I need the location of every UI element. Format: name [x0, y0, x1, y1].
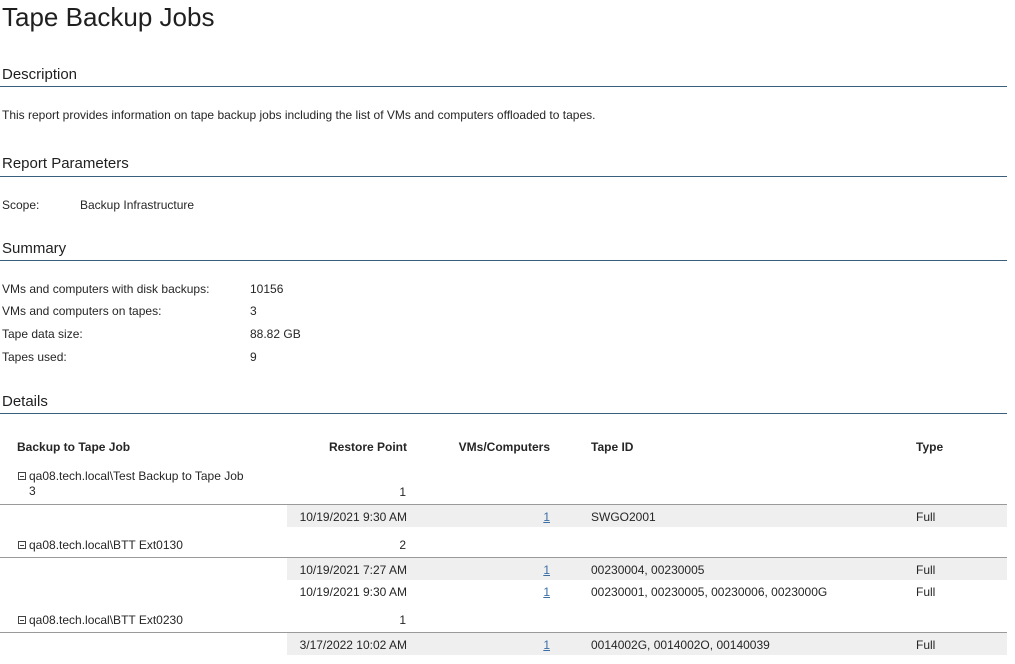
col-header-vms[interactable]: VMs/Computers — [440, 440, 550, 454]
summary-label-data-size: Tape data size: — [2, 327, 83, 341]
tape-id: SWGO2001 — [591, 510, 656, 524]
summary-label-on-tapes: VMs and computers on tapes: — [2, 304, 162, 318]
col-header-type[interactable]: Type — [916, 440, 943, 454]
details-divider — [0, 413, 1007, 414]
restore-point: 10/19/2021 7:27 AM — [299, 563, 407, 577]
parameters-heading: Report Parameters — [2, 155, 129, 172]
group-row-job-1[interactable]: qa08.tech.local\Test Backup to Tape Job — [18, 469, 244, 483]
tape-id: 00230001, 00230005, 00230006, 0023000G — [591, 585, 828, 599]
tape-id: 0014002G, 0014002O, 00140039 — [591, 638, 770, 652]
group-row-job-2[interactable]: qa08.tech.local\BTT Ext0130 — [18, 538, 183, 552]
summary-divider — [0, 260, 1007, 261]
collapse-icon[interactable] — [18, 540, 26, 549]
job-name: qa08.tech.local\BTT Ext0230 — [29, 613, 183, 627]
summary-label-tapes-used: Tapes used: — [2, 350, 67, 364]
vms-link[interactable]: 1 — [500, 638, 550, 652]
backup-type: Full — [916, 585, 936, 599]
collapse-icon[interactable] — [18, 615, 26, 624]
description-divider — [0, 86, 1007, 87]
description-heading: Description — [2, 66, 78, 83]
summary-value-disk-backups: 10156 — [250, 282, 284, 296]
col-header-tape-id[interactable]: Tape ID — [591, 440, 633, 454]
restore-point: 10/19/2021 9:30 AM — [299, 510, 407, 524]
backup-type: Full — [916, 510, 936, 524]
summary-value-on-tapes: 3 — [250, 304, 257, 318]
page-title: Tape Backup Jobs — [2, 2, 215, 32]
group-count: 2 — [399, 538, 406, 552]
col-header-restore-point[interactable]: Restore Point — [300, 440, 407, 454]
tape-id: 00230004, 00230005 — [591, 563, 705, 577]
details-heading: Details — [2, 393, 48, 410]
vms-link[interactable]: 1 — [500, 510, 550, 524]
group-count: 1 — [399, 613, 406, 627]
description-text: This report provides information on tape… — [2, 108, 596, 122]
backup-type: Full — [916, 563, 936, 577]
scope-label: Scope: — [2, 198, 40, 212]
scope-value: Backup Infrastructure — [80, 198, 195, 212]
group-count: 1 — [399, 485, 406, 499]
restore-point: 10/19/2021 9:30 AM — [299, 585, 407, 599]
backup-type: Full — [916, 638, 936, 652]
vms-link[interactable]: 1 — [500, 563, 550, 577]
col-header-job[interactable]: Backup to Tape Job — [17, 440, 130, 454]
parameters-divider — [0, 176, 1007, 177]
group-row-job-3[interactable]: qa08.tech.local\BTT Ext0230 — [18, 613, 183, 627]
collapse-icon[interactable] — [18, 471, 26, 480]
job-name: qa08.tech.local\Test Backup to Tape Job — [29, 469, 244, 483]
vms-link[interactable]: 1 — [500, 585, 550, 599]
restore-point: 3/17/2022 10:02 AM — [299, 638, 407, 652]
summary-heading: Summary — [2, 240, 67, 257]
summary-value-data-size: 88.82 GB — [250, 327, 301, 341]
job-name: qa08.tech.local\BTT Ext0130 — [29, 538, 183, 552]
job-name-continued: 3 — [29, 484, 36, 498]
summary-label-disk-backups: VMs and computers with disk backups: — [2, 282, 210, 296]
summary-value-tapes-used: 9 — [250, 350, 257, 364]
